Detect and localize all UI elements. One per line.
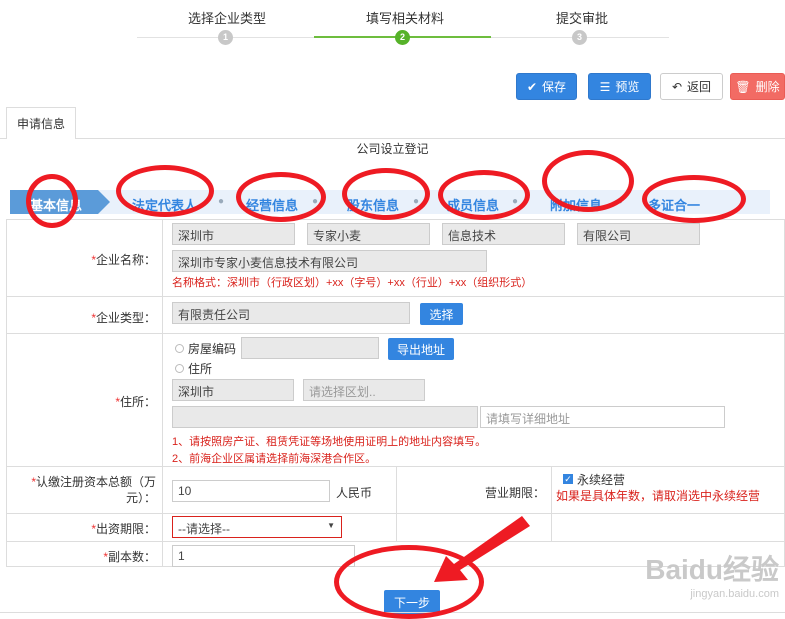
annotation-circle	[236, 172, 326, 222]
tab-application-info[interactable]: 申请信息	[6, 107, 76, 139]
baidu-logo: Baidu经验	[645, 554, 779, 585]
subnav-separator: ●	[218, 196, 225, 207]
address-hint-1: 1、请按照房产证、租赁凭证等场地使用证明上的地址内容填写。	[172, 436, 487, 448]
radio-circle	[175, 344, 184, 353]
detail-address-input[interactable]: 请填写详细地址	[480, 406, 725, 428]
enterprise-type-field[interactable]: 有限责任公司	[172, 302, 410, 324]
export-address-button[interactable]: 导出地址	[388, 338, 454, 360]
radio-residence-label: 住所	[188, 362, 213, 376]
name-form-field[interactable]: 有限公司	[577, 223, 700, 245]
perpetual-checkbox[interactable]: ✓	[563, 474, 573, 484]
check-icon: ✔	[526, 79, 538, 94]
annotation-circle	[26, 174, 78, 228]
full-name-field: 深圳市专家小麦信息技术有限公司	[172, 250, 487, 272]
name-industry-field[interactable]: 信息技术	[442, 223, 565, 245]
save-label: 保存	[542, 80, 567, 94]
table-row-divider	[6, 296, 785, 297]
table-row-divider	[6, 333, 785, 334]
tab-divider	[76, 138, 785, 139]
step-1-dot: 1	[218, 30, 233, 45]
radio-circle	[175, 364, 184, 373]
period-hint: 如果是具体年数，请取消选中永续经营	[556, 489, 761, 503]
city-field[interactable]: 深圳市	[172, 379, 294, 401]
choose-type-button[interactable]: 选择	[420, 303, 463, 325]
step-1-label: 选择企业类型	[188, 11, 267, 26]
step-2-dot: 2	[395, 30, 410, 45]
radio-house-code-label: 房屋编码	[188, 342, 237, 356]
name-region-field[interactable]: 深圳市	[172, 223, 295, 245]
name-brand-field[interactable]: 专家小麦	[307, 223, 430, 245]
capital-label: *认缴注册资本总额（万元）：	[31, 475, 156, 505]
address-label: *住所：	[115, 395, 156, 409]
table-col-divider	[396, 466, 397, 541]
delete-label: 删除	[755, 80, 780, 94]
list-icon: ☰	[599, 79, 611, 94]
baidu-url: jingyan.baidu.com	[690, 588, 779, 600]
enterprise-name-label: *企业名称：	[91, 253, 156, 267]
address-prefix-field	[172, 406, 478, 428]
district-select[interactable]: 请选择区划..	[303, 379, 425, 401]
annotation-circle	[116, 165, 214, 217]
copies-input[interactable]: 1	[172, 545, 355, 567]
term-label: *出资期限：	[91, 522, 156, 536]
annotation-circle	[438, 170, 530, 220]
name-format-hint: 名称格式：深圳市（行政区划）+xx（字号）+xx（行业）+xx（组织形式）	[172, 277, 533, 289]
radio-residence[interactable]: 住所	[175, 360, 212, 377]
enterprise-type-label: *企业类型：	[91, 311, 156, 325]
chevron-down-icon: ▼	[327, 521, 335, 530]
back-button[interactable]: ↶ 返回	[660, 73, 723, 100]
business-period-label: 营业期限：	[484, 486, 545, 500]
capital-unit: 人民币	[336, 486, 373, 500]
step-2-label: 填写相关材料	[366, 11, 445, 26]
section-title: 公司设立登记	[356, 142, 429, 156]
term-select[interactable]: --请选择-- ▼	[172, 516, 342, 538]
delete-button[interactable]: 🗑 删除	[730, 73, 785, 100]
copies-label: *副本数：	[103, 550, 156, 564]
table-row-divider	[6, 541, 785, 542]
address-hint-2: 2、前海企业区属请选择前海深港合作区。	[172, 453, 377, 465]
table-col-divider	[551, 466, 552, 541]
annotation-circle	[342, 168, 430, 220]
preview-label: 预览	[615, 80, 640, 94]
trash-icon: 🗑	[735, 79, 751, 94]
step-3-label: 提交审批	[556, 11, 609, 26]
radio-house-code[interactable]: 房屋编码	[175, 340, 236, 357]
back-label: 返回	[687, 80, 712, 94]
return-arrow-icon: ↶	[671, 79, 683, 94]
preview-button[interactable]: ☰ 预览	[588, 73, 651, 100]
step-3-dot: 3	[572, 30, 587, 45]
baidu-watermark: Baidu经验 jingyan.baidu.com	[645, 548, 779, 600]
annotation-circle	[642, 175, 746, 223]
perpetual-label: 永续经营	[577, 473, 626, 487]
annotation-circle	[542, 150, 634, 212]
term-select-value: --请选择--	[178, 522, 230, 536]
house-code-field[interactable]	[241, 337, 379, 359]
table-col-divider	[162, 219, 163, 567]
annotation-arrow-icon	[434, 516, 530, 582]
capital-input[interactable]: 10	[172, 480, 330, 502]
save-button[interactable]: ✔ 保存	[516, 73, 577, 100]
